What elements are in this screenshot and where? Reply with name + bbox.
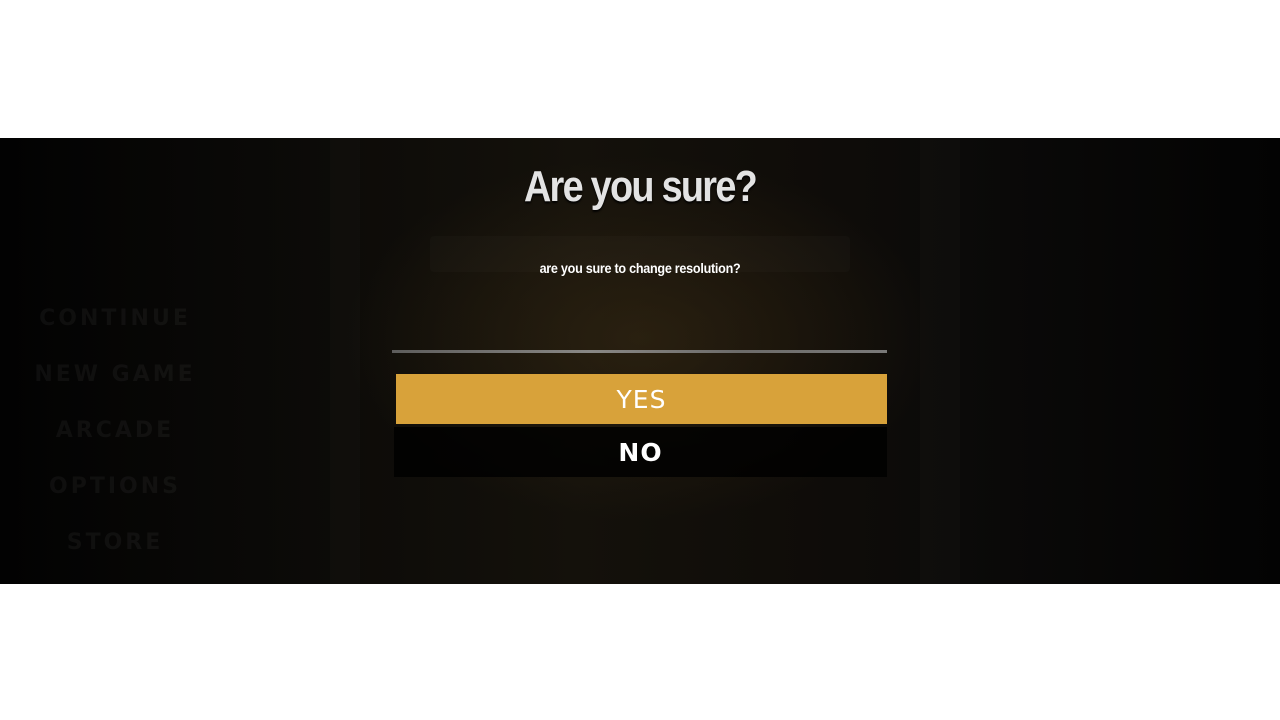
background-light-streak (330, 138, 360, 584)
background-menu-item-new-game: NEW GAME (34, 362, 196, 387)
background-menu-item-continue: CONTINUE (39, 306, 191, 331)
background-menu-item-store: STORE (66, 530, 164, 555)
letterbox-top (0, 0, 1280, 138)
letterbox-bottom (0, 584, 1280, 720)
background-menu-item-options: OPTIONS (49, 474, 181, 499)
background-light-streak (920, 138, 960, 584)
dialog-message: are you sure to change resolution? (539, 260, 741, 276)
yes-button[interactable]: YES (396, 374, 887, 424)
no-button[interactable]: NO (394, 427, 887, 477)
dialog-title: Are you sure? (523, 162, 758, 211)
dialog-divider (392, 350, 887, 353)
background-menu-item-arcade: ARCADE (55, 418, 175, 443)
game-frame: CONTINUE NEW GAME ARCADE OPTIONS STORE A… (0, 138, 1280, 584)
